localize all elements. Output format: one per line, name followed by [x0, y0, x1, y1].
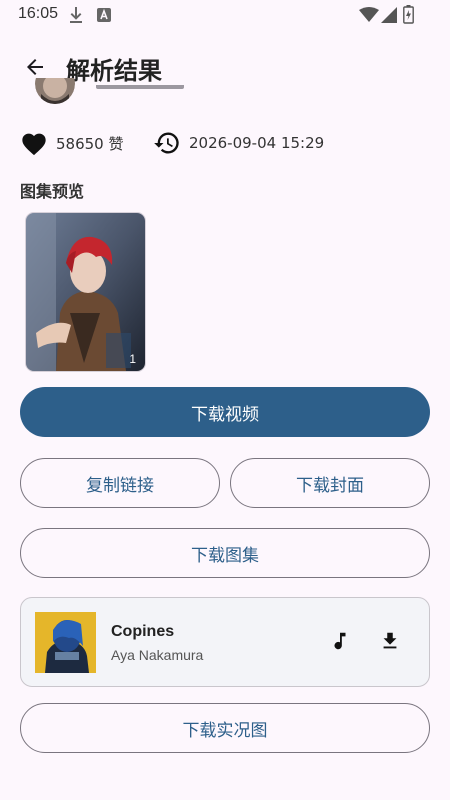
music-title: Copines — [111, 623, 175, 640]
download-cover-button[interactable]: 下载封面 — [230, 458, 430, 508]
music-card: Copines Aya Nakamura — [20, 597, 430, 687]
music-cover — [35, 612, 96, 673]
signal-icon — [381, 7, 397, 27]
download-icon — [68, 6, 84, 28]
a-icon — [96, 6, 112, 28]
likes-stat: 58650 赞 — [20, 128, 124, 158]
author-avatar — [35, 78, 75, 104]
music-artist: Aya Nakamura — [111, 647, 204, 663]
download-live-photo-button[interactable]: 下载实况图 — [20, 703, 430, 753]
status-bar: 16:05 — [0, 0, 450, 30]
download-icon — [383, 632, 397, 649]
arrow-back-icon — [27, 59, 43, 75]
likes-count: 58650 赞 — [56, 134, 124, 153]
download-music-button[interactable] — [375, 626, 405, 656]
gallery-thumbnail[interactable]: 1 — [25, 212, 146, 372]
heart-icon — [22, 133, 46, 156]
publish-date: 2026-09-04 15:29 — [189, 134, 325, 152]
stats-row: 58650 赞 2026-09-04 15:29 — [20, 128, 440, 158]
download-video-button[interactable]: 下载视频 — [20, 387, 430, 437]
date-stat: 2026-09-04 15:29 — [153, 128, 324, 158]
wifi-icon — [359, 7, 379, 27]
music-note-icon — [334, 632, 346, 650]
page-title: 解析结果 — [66, 57, 162, 85]
gallery-title: 图集预览 — [20, 182, 85, 201]
gallery-image — [26, 213, 145, 371]
download-gallery-button[interactable]: 下载图集 — [20, 528, 430, 578]
gallery-index: 1 — [129, 352, 136, 366]
play-music-button[interactable] — [325, 626, 355, 656]
battery-icon — [403, 5, 414, 28]
status-time: 16:05 — [18, 5, 59, 22]
history-icon — [154, 132, 179, 154]
copy-link-button[interactable]: 复制链接 — [20, 458, 220, 508]
author-id-cropped — [96, 84, 196, 98]
